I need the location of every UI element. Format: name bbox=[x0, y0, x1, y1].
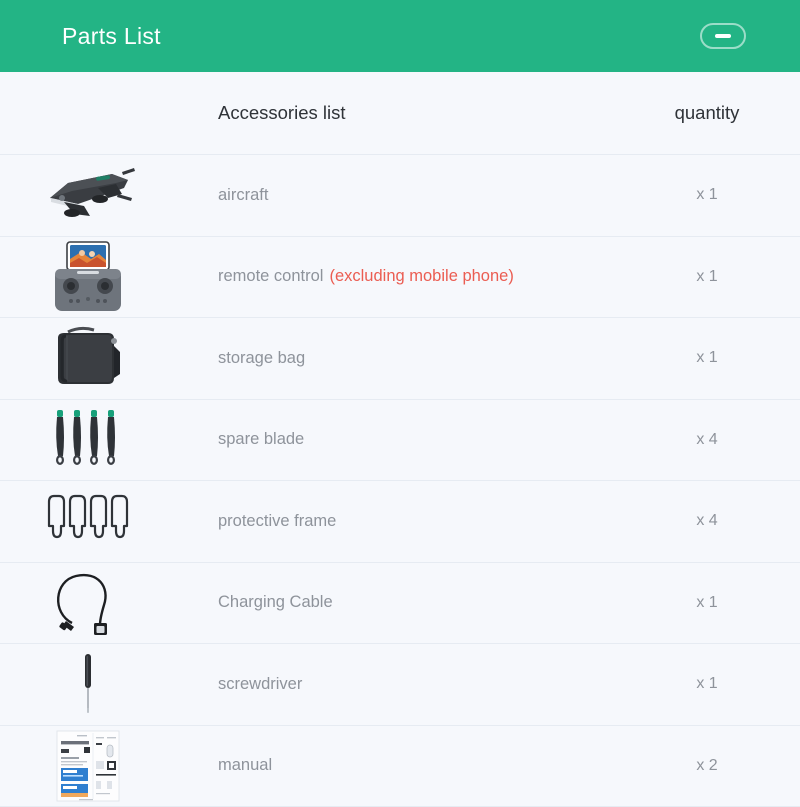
product-image-cell bbox=[0, 318, 175, 399]
header-cell-quantity: quantity bbox=[620, 102, 800, 124]
storage-bag-image bbox=[50, 326, 126, 390]
parts-list-table: Accessories list quantity bbox=[0, 72, 800, 807]
product-image-cell bbox=[0, 481, 175, 562]
table-row[interactable]: aircraft x 1 bbox=[0, 155, 800, 237]
product-name: manual bbox=[218, 756, 272, 774]
protective-frame-image bbox=[46, 493, 130, 549]
product-quantity: x 2 bbox=[620, 757, 800, 775]
remote-control-image bbox=[51, 241, 125, 313]
table-row[interactable]: remote control (excluding mobile phone) x… bbox=[0, 237, 800, 319]
product-image-cell bbox=[0, 237, 175, 318]
product-note: (excluding mobile phone) bbox=[329, 267, 513, 285]
table-row[interactable]: screwdriver x 1 bbox=[0, 644, 800, 726]
product-name-cell: protective frame bbox=[175, 512, 620, 531]
product-name: spare blade bbox=[218, 430, 304, 448]
product-name-cell: aircraft bbox=[175, 186, 620, 205]
product-name: storage bag bbox=[218, 349, 305, 367]
product-image-cell bbox=[0, 644, 175, 725]
parts-list-header: Parts List bbox=[0, 0, 800, 72]
product-name-cell: storage bag bbox=[175, 349, 620, 368]
table-row[interactable]: protective frame x 4 bbox=[0, 481, 800, 563]
table-header-row: Accessories list quantity bbox=[0, 72, 800, 155]
spare-blade-image bbox=[52, 408, 124, 472]
product-name: screwdriver bbox=[218, 675, 302, 693]
header-cell-accessories: Accessories list bbox=[175, 102, 620, 124]
table-row[interactable]: spare blade x 4 bbox=[0, 400, 800, 482]
product-quantity: x 1 bbox=[620, 268, 800, 286]
header-cell-image bbox=[0, 72, 175, 154]
product-quantity: x 4 bbox=[620, 512, 800, 530]
product-name-cell: manual bbox=[175, 756, 620, 775]
table-row[interactable]: manual x 2 bbox=[0, 726, 800, 807]
manual-image bbox=[55, 729, 121, 803]
product-image-cell bbox=[0, 155, 175, 236]
collapse-button[interactable] bbox=[700, 23, 746, 49]
product-name: aircraft bbox=[218, 186, 268, 204]
product-name: Charging Cable bbox=[218, 593, 333, 611]
product-quantity: x 1 bbox=[620, 675, 800, 693]
table-row[interactable]: storage bag x 1 bbox=[0, 318, 800, 400]
minus-icon bbox=[715, 34, 731, 38]
product-image-cell bbox=[0, 400, 175, 481]
charging-cable-image bbox=[52, 569, 124, 637]
screwdriver-image bbox=[75, 652, 101, 716]
product-image-cell bbox=[0, 563, 175, 644]
table-row[interactable]: Charging Cable x 1 bbox=[0, 563, 800, 645]
page-title: Parts List bbox=[62, 25, 161, 48]
product-name-cell: screwdriver bbox=[175, 675, 620, 694]
product-image-cell bbox=[0, 726, 175, 807]
product-name-cell: remote control (excluding mobile phone) bbox=[175, 267, 620, 286]
product-name: protective frame bbox=[218, 512, 336, 530]
product-quantity: x 1 bbox=[620, 594, 800, 612]
product-name-cell: Charging Cable bbox=[175, 593, 620, 612]
product-name: remote control bbox=[218, 267, 323, 285]
product-name-cell: spare blade bbox=[175, 430, 620, 449]
drone-folded-image bbox=[38, 164, 138, 226]
product-quantity: x 1 bbox=[620, 349, 800, 367]
product-quantity: x 4 bbox=[620, 431, 800, 449]
product-quantity: x 1 bbox=[620, 186, 800, 204]
